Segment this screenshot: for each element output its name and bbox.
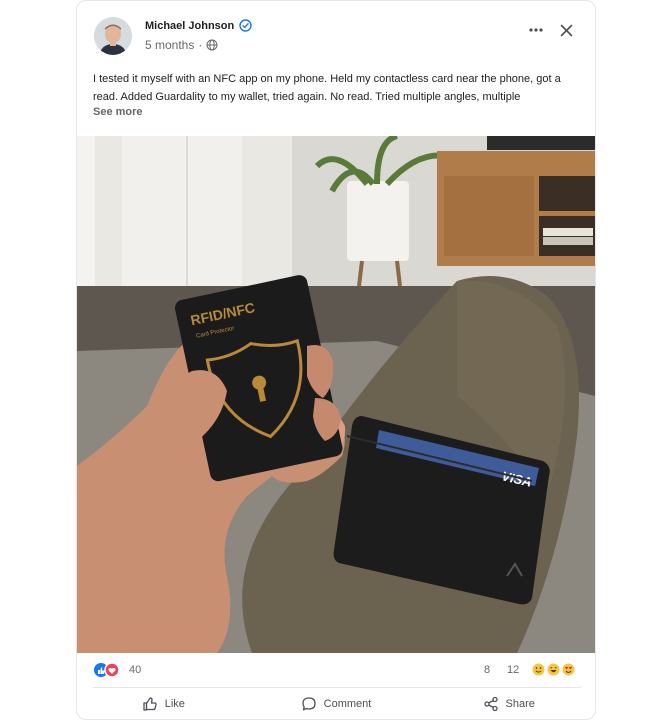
verified-icon — [239, 19, 252, 32]
close-icon — [560, 24, 572, 36]
author-name-row: Michael Johnson — [145, 19, 252, 32]
globe-icon — [206, 39, 218, 51]
like-label: Like — [164, 698, 185, 710]
smile-emoji-icon — [532, 663, 545, 676]
reaction-icons[interactable] — [93, 661, 123, 679]
see-more-link[interactable]: See more — [93, 106, 143, 118]
post-text: I tested it myself with an NFC app on my… — [93, 73, 561, 103]
close-button[interactable] — [555, 19, 577, 41]
author-name[interactable]: Michael Johnson — [145, 20, 234, 32]
laugh-emoji-icon — [547, 663, 560, 676]
like-icon — [143, 697, 157, 711]
comment-icon — [302, 697, 316, 711]
emoji-reactions[interactable] — [532, 663, 575, 676]
reactions-row: 40 8 12 — [77, 657, 595, 683]
more-icon — [529, 28, 543, 32]
meta-separator: · — [198, 38, 203, 52]
share-label: Share — [505, 698, 535, 710]
comment-button[interactable]: Comment — [250, 691, 423, 717]
post-time[interactable]: 5 months — [145, 38, 194, 52]
heart-eyes-emoji-icon — [562, 663, 575, 676]
post-actions: Like Comment Share — [77, 691, 595, 717]
reaction-count[interactable]: 40 — [129, 664, 141, 676]
post-photo[interactable]: VISA RFID/NFC Card Protector — [77, 136, 595, 653]
post-meta: 5 months · — [145, 38, 218, 52]
more-options-button[interactable] — [525, 19, 547, 41]
post-header: Michael Johnson 5 months · — [77, 1, 595, 65]
avatar[interactable] — [94, 17, 132, 55]
comment-count[interactable]: 8 — [484, 664, 490, 676]
share-icon — [483, 696, 498, 712]
actions-divider — [93, 687, 581, 688]
comment-label: Comment — [323, 698, 372, 710]
post-card: Michael Johnson 5 months · I tested it m… — [76, 0, 596, 720]
share-button[interactable]: Share — [422, 691, 595, 717]
share-count[interactable]: 12 — [507, 664, 519, 676]
like-button[interactable]: Like — [77, 691, 250, 717]
